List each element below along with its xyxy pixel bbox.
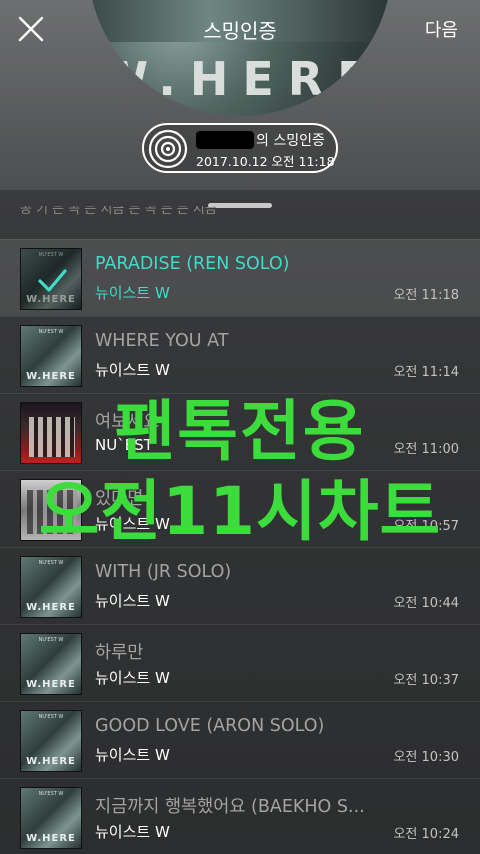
thumbnail-small-text: NU'EST W xyxy=(38,329,64,335)
album-cover-text: W.HERE xyxy=(97,52,383,106)
list-caption: 공 기 는 곡 는 지금 는 곡 는 는 지금 xyxy=(20,206,217,217)
song-artist: 뉴이스트 W xyxy=(95,823,170,841)
redacted-username xyxy=(196,131,254,149)
play-time: 오전 11:00 xyxy=(393,442,459,457)
thumbnail-photo xyxy=(29,417,75,457)
song-artist: 뉴이스트 W xyxy=(95,284,170,302)
play-time: 오전 11:18 xyxy=(393,288,459,303)
album-thumbnail: NU'EST W W.HERE xyxy=(20,248,82,310)
album-thumbnail xyxy=(20,479,82,541)
song-row[interactable]: NU'EST W W.HERE 하루만뉴이스트 W 오전 10:37 xyxy=(0,624,480,701)
thumbnail-cover-text: W.HERE xyxy=(26,602,76,613)
song-row[interactable]: NU'EST W W.HERE WITH (JR SOLO) 뉴이스트 W 오전 10:… xyxy=(0,547,480,624)
selected-check xyxy=(21,249,81,309)
thumbnail-small-text: NU'EST W xyxy=(38,791,64,797)
song-artist: NU`EST xyxy=(95,436,153,454)
streaming-proof-badge: 의 스밍인증 2017.10.12 오전 11:18 xyxy=(142,123,338,173)
song-row[interactable]: NU'EST W W.HERE WHERE YOU AT 뉴이스트 W 오전 11:14 xyxy=(0,316,480,393)
album-thumbnail xyxy=(20,402,82,464)
play-time: 오전 10:24 xyxy=(393,827,459,842)
song-row[interactable]: NU'EST W W.HERE 지금까지 행복했어요 (BAEKHO S... 뉴이스… xyxy=(0,778,480,854)
thumbnail-photo xyxy=(27,490,77,534)
album-thumbnail: NU'EST W W.HERE xyxy=(20,556,82,618)
thumbnail-small-text: NU'EST W xyxy=(38,637,64,643)
song-artist: 뉴이스트 W xyxy=(95,669,170,687)
album-thumbnail: NU'EST W W.HERE xyxy=(20,325,82,387)
thumbnail-cover-text: W.HERE xyxy=(26,756,76,767)
song-row[interactable]: NU'EST W W.HERE GOOD LOVE (ARON SOLO) 뉴이스트 … xyxy=(0,701,480,778)
play-time: 오전 10:30 xyxy=(393,750,459,765)
album-thumbnail: NU'EST W W.HERE xyxy=(20,710,82,772)
header: W.HERE 스밍인증 다음 의 스밍인증 2017.10.12 오전 11:1… xyxy=(0,0,480,190)
play-time: 오전 10:57 xyxy=(393,519,459,534)
song-row[interactable]: 있다면뉴이스트 W 오전 10:57 xyxy=(0,470,480,547)
check-icon xyxy=(38,269,67,292)
song-title: 여보세요 xyxy=(95,412,160,432)
play-time: 오전 10:37 xyxy=(393,673,459,688)
badge-label: 의 스밍인증 xyxy=(256,133,325,149)
song-title: WHERE YOU AT xyxy=(95,331,229,351)
album-thumbnail: NU'EST W W.HERE xyxy=(20,633,82,695)
song-row[interactable]: 여보세요 NU`EST 오전 11:00 xyxy=(0,393,480,470)
song-title: WITH (JR SOLO) xyxy=(95,562,232,582)
song-title: 하루만 xyxy=(95,643,144,663)
album-thumbnail: NU'EST W W.HERE xyxy=(20,787,82,849)
thumbnail-small-text: NU'EST W xyxy=(38,714,64,720)
play-time: 오전 10:44 xyxy=(393,596,459,611)
song-artist: 뉴이스트 W xyxy=(95,361,170,379)
thumbnail-cover-text: W.HERE xyxy=(26,833,76,844)
song-title: PARADISE (REN SOLO) xyxy=(95,254,290,274)
song-title: 지금까지 행복했어요 (BAEKHO S... xyxy=(95,797,365,817)
next-button[interactable]: 다음 xyxy=(425,16,458,42)
song-list-panel: 공 기 는 곡 는 지금 는 곡 는 는 지금 NU'EST W W.HERE PA… xyxy=(0,190,480,854)
page-title: 스밍인증 xyxy=(203,19,277,43)
song-row[interactable]: NU'EST W W.HERE PARADISE (REN SOLO) 뉴이스트 W 오… xyxy=(0,239,480,316)
drag-handle[interactable] xyxy=(208,203,272,208)
song-title: 있다면 xyxy=(95,489,144,509)
song-artist: 뉴이스트 W xyxy=(95,592,170,610)
disc-icon xyxy=(148,129,188,169)
song-artist: 뉴이스트 W xyxy=(95,746,170,764)
thumbnail-cover-text: W.HERE xyxy=(26,371,76,382)
play-time: 오전 11:14 xyxy=(393,365,459,380)
thumbnail-small-text: NU'EST W xyxy=(38,560,64,566)
badge-timestamp: 2017.10.12 오전 11:18 xyxy=(196,154,335,169)
thumbnail-cover-text: W.HERE xyxy=(26,679,76,690)
song-title: GOOD LOVE (ARON SOLO) xyxy=(95,716,325,736)
song-artist: 뉴이스트 W xyxy=(95,515,170,533)
